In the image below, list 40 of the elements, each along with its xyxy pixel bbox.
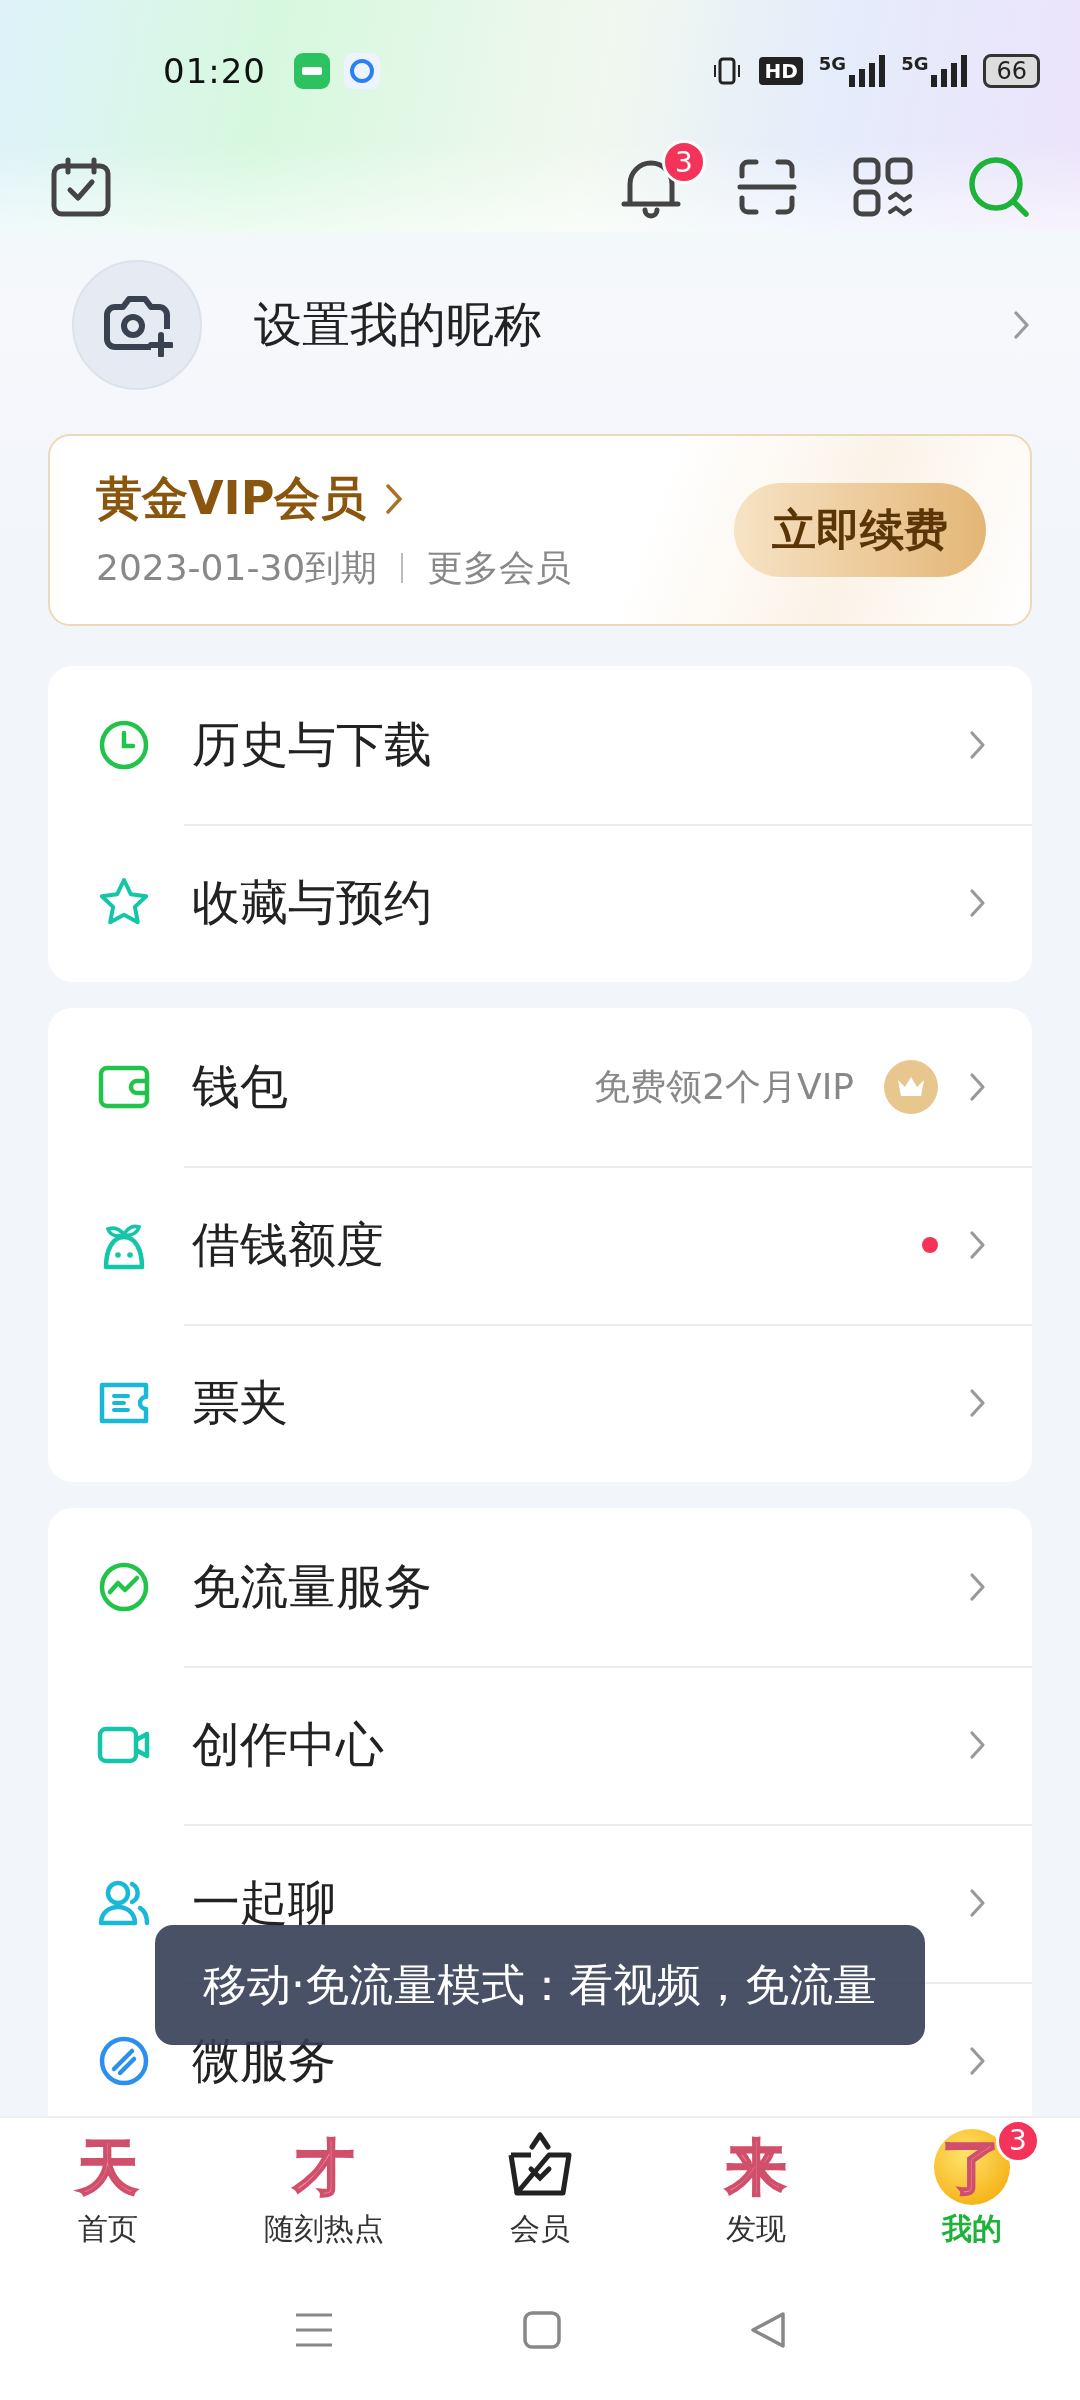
- browser-icon: [344, 53, 380, 89]
- menu-item[interactable]: 借钱额度: [192, 1213, 384, 1277]
- tab-glyph-icon: 了: [934, 2128, 1010, 2205]
- menu-item[interactable]: 票夹: [192, 1371, 288, 1435]
- nav-tab[interactable]: 来 发现: [648, 2118, 864, 2260]
- back-icon[interactable]: [749, 2311, 786, 2349]
- tab-glyph-icon: 来: [726, 2128, 786, 2205]
- menu-item[interactable]: 历史与下载: [192, 713, 432, 777]
- message-toast: 移动·免流量模式：看视频，免流量: [155, 1925, 925, 2045]
- renew-button[interactable]: 立即续费: [734, 483, 986, 577]
- vip-expiry: 2023-01-30到期: [96, 545, 378, 590]
- nickname-prompt[interactable]: 设置我的昵称: [254, 293, 1012, 357]
- signal-icon: [849, 55, 886, 87]
- nav-tab[interactable]: 会员: [432, 2118, 648, 2260]
- tab-glyph-icon: 才: [294, 2128, 354, 2205]
- menu-item[interactable]: 免流量服务: [192, 1555, 432, 1619]
- notification-badge: 3: [662, 140, 706, 184]
- chevron-icon: [1012, 309, 1032, 341]
- signal-icon: [931, 55, 968, 87]
- app-icon: [294, 53, 330, 89]
- camera-plus-icon: [101, 293, 173, 357]
- crown-icon: [884, 1060, 938, 1114]
- nav-tab[interactable]: 天 首页: [0, 2118, 216, 2260]
- menu-item[interactable]: 创作中心: [192, 1713, 384, 1777]
- promo-hint: 免费领2个月VIP: [594, 1064, 854, 1109]
- tab-glyph-icon: 天: [78, 2128, 138, 2205]
- hd-label: HD: [759, 57, 803, 85]
- network-label: 5G: [818, 55, 847, 73]
- menu-item[interactable]: 收藏与预约: [192, 871, 432, 935]
- vip-title[interactable]: 黄金VIP会员: [96, 467, 367, 530]
- search-icon[interactable]: [966, 154, 1032, 220]
- battery-indicator: 66: [983, 54, 1040, 88]
- home-icon[interactable]: [523, 2311, 561, 2349]
- more-members-link[interactable]: 更多会员: [427, 543, 572, 593]
- nav-tab[interactable]: 才 随刻热点: [216, 2118, 432, 2260]
- status-time: 01:20: [163, 51, 266, 91]
- menu-icon[interactable]: [294, 2312, 335, 2348]
- chevron-icon: [384, 481, 405, 516]
- network-label: 5G: [901, 55, 929, 73]
- menu-item[interactable]: 钱包: [192, 1055, 288, 1119]
